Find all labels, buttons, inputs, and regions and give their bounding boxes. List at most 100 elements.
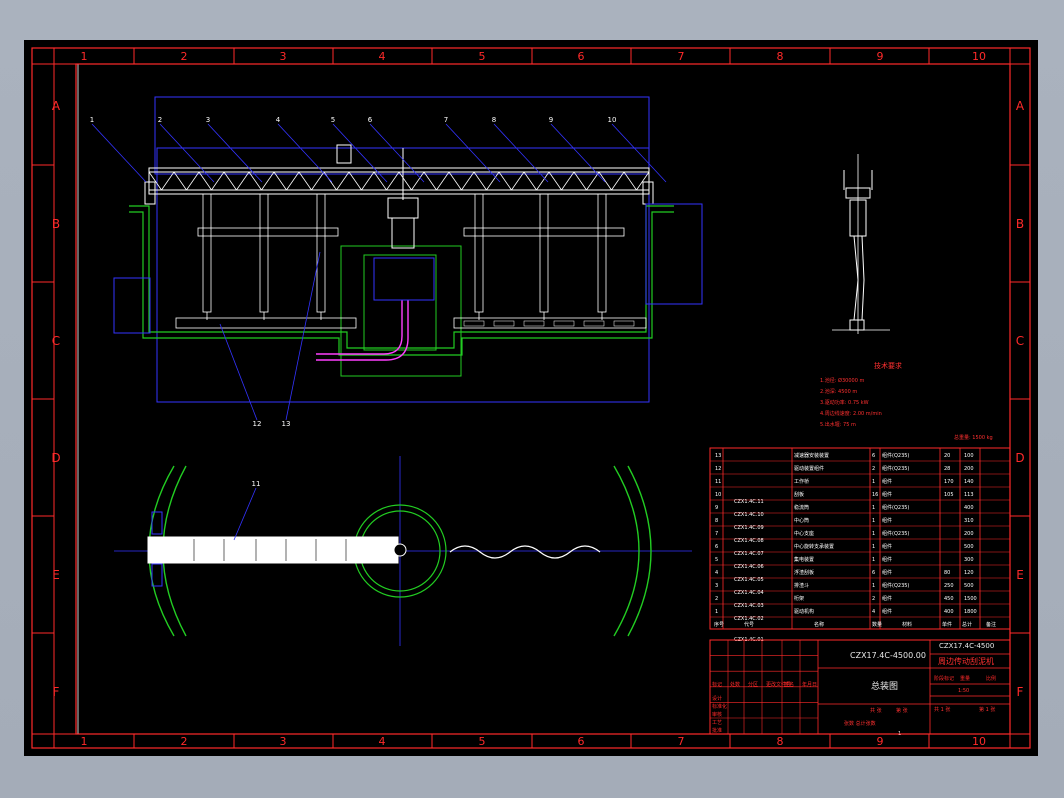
truss-diagonal bbox=[573, 171, 587, 191]
truss-diagonal bbox=[173, 171, 187, 191]
col-label-bottom: 5 bbox=[479, 735, 486, 748]
table-cell-name: 驱动机构 bbox=[794, 608, 814, 615]
table-cell-no: 13 bbox=[715, 453, 721, 459]
table-cell-w2: 1800 bbox=[964, 609, 977, 615]
table-cell-code: CZX1.4C.11 bbox=[734, 499, 764, 505]
truss-diagonal bbox=[448, 171, 462, 191]
row-label-left: A bbox=[52, 99, 61, 113]
table-cell-mat: 组件 bbox=[882, 569, 892, 576]
col-label-bottom: 10 bbox=[972, 735, 986, 748]
truss-diagonal bbox=[273, 171, 287, 191]
callout-label: 1 bbox=[90, 116, 94, 124]
table-cell-w2: 140 bbox=[964, 479, 974, 485]
table-cell-name: 集电装置 bbox=[794, 556, 814, 563]
table-cell-name: 减速器安装装置 bbox=[794, 452, 829, 459]
truss-diagonal bbox=[398, 171, 412, 191]
tech-line-3: 3.驱动功率: 0.75 kW bbox=[820, 399, 869, 406]
table-cell-name: 稳流筒 bbox=[794, 504, 809, 511]
table-cell-no: 6 bbox=[715, 544, 718, 550]
table-cell-qty: 2 bbox=[872, 596, 875, 602]
table-cell-w2: 310 bbox=[964, 518, 974, 524]
table-cell-qty: 6 bbox=[872, 570, 875, 576]
table-cell-name: 刮板 bbox=[794, 491, 804, 498]
col-label-top: 3 bbox=[280, 50, 287, 63]
row-label-right: E bbox=[1016, 568, 1024, 582]
parts-list-table: 13 减速器安装装置 6 组件(Q235) 20 10012 驱动装置组件 2 组件(Q235)… bbox=[709, 447, 1011, 643]
table-cell-code: CZX1.4C.03 bbox=[734, 603, 764, 609]
truss-diagonal bbox=[586, 171, 600, 191]
row-label-left: B bbox=[52, 217, 60, 231]
hanger-post bbox=[259, 193, 269, 313]
col-label-bottom: 3 bbox=[280, 735, 287, 748]
table-cell-w1: 450 bbox=[944, 596, 954, 602]
truss-diagonal bbox=[298, 171, 312, 191]
table-header: 总计 bbox=[962, 621, 972, 628]
table-cell-qty: 1 bbox=[872, 544, 875, 550]
table-cell-name: 中心旋转支承装置 bbox=[794, 543, 834, 550]
table-cell-qty: 6 bbox=[872, 453, 875, 459]
table-cell-w1: 170 bbox=[944, 479, 954, 485]
cad-viewport[interactable]: 1 1 2 2 3 3 4 4 5 5 6 6 7 7 8 8 9 9 10 10 A A B B C C D D E E F F 12345… bbox=[0, 0, 1064, 798]
sheet-title: 总装图 bbox=[871, 680, 898, 692]
table-cell-qty: 2 bbox=[872, 466, 875, 472]
table-cell-no: 12 bbox=[715, 466, 721, 472]
truss-diagonal bbox=[186, 171, 200, 191]
row-label-left: E bbox=[52, 568, 60, 582]
drawing-name: 周边传动刮泥机 bbox=[938, 656, 994, 666]
table-cell-w2: 200 bbox=[964, 466, 974, 472]
center-well bbox=[363, 254, 437, 351]
tech-line-4: 4.周边线速度: 2.00 m/min bbox=[820, 410, 882, 417]
row-label-right: A bbox=[1016, 99, 1025, 113]
callout-label: 9 bbox=[549, 116, 553, 124]
sheet-no-label: 第 张 bbox=[896, 707, 908, 714]
truss-diagonal bbox=[386, 171, 400, 191]
title-stage-label: 重量 bbox=[960, 675, 970, 682]
plan-bridge bbox=[147, 536, 399, 564]
end-carriage-right bbox=[642, 181, 654, 205]
hanger-post bbox=[202, 193, 212, 313]
callout-leader bbox=[159, 123, 215, 183]
callout-label: 4 bbox=[276, 116, 281, 124]
callout-leader bbox=[233, 487, 257, 541]
callout-label: 2 bbox=[158, 116, 162, 124]
scraper-blade bbox=[583, 320, 605, 327]
side-foot bbox=[849, 319, 865, 331]
inlet-pipe bbox=[316, 300, 403, 355]
tech-line-1: 1.池径: Ø30000 m bbox=[820, 377, 864, 384]
callout-label: 5 bbox=[331, 116, 335, 124]
table-cell-name: 驱动装置组件 bbox=[794, 465, 824, 472]
table-header: 代号 bbox=[744, 621, 754, 628]
col-label-bottom: 2 bbox=[181, 735, 188, 748]
table-cell-mat: 组件 bbox=[882, 556, 892, 563]
hanger-post bbox=[597, 193, 607, 313]
right-side-box bbox=[645, 203, 703, 305]
left-side-box bbox=[113, 277, 151, 334]
title-left-header: 签名 bbox=[784, 681, 794, 688]
table-cell-code: CZX1.4C.06 bbox=[734, 564, 764, 570]
table-cell-code: CZX1.4C.08 bbox=[734, 538, 764, 544]
truss-diagonal bbox=[361, 171, 375, 191]
elevation-section-view: 1 2 3 4 5 6 7 8 9 1012 13 bbox=[90, 96, 703, 428]
truss-diagonal bbox=[223, 171, 237, 191]
table-cell-mat: 组件 bbox=[882, 491, 892, 498]
table-cell-w1: 250 bbox=[944, 583, 954, 589]
inlet-pipe-outer bbox=[316, 300, 409, 361]
drawing-canvas[interactable]: 1 1 2 2 3 3 4 4 5 5 6 6 7 7 8 8 9 9 10 10 A A B B C C D D E E F F 12345… bbox=[24, 40, 1038, 756]
scraper-blade bbox=[613, 320, 635, 327]
callout-leader bbox=[91, 123, 147, 183]
scraper-blade bbox=[493, 320, 515, 327]
title-block: CZX17.4C-4500.00 CZX17.4C-4500 周边传动刮泥机 总… bbox=[709, 639, 1011, 737]
table-cell-no: 1 bbox=[715, 609, 718, 615]
technical-notes: 技术要求 1.池径: Ø30000 m 2.池深: 4500 m 3.驱动功率:… bbox=[820, 361, 993, 441]
callout-label: 10 bbox=[608, 116, 617, 124]
table-cell-mat: 组件(Q235) bbox=[882, 530, 909, 537]
scraper-right bbox=[453, 317, 647, 329]
tech-line-5: 5.出水堰: 75 m bbox=[820, 421, 856, 428]
col-label-top: 10 bbox=[972, 50, 986, 63]
table-cell-qty: 16 bbox=[872, 492, 878, 498]
row-label-right: D bbox=[1015, 451, 1024, 465]
title-left-header: 分区 bbox=[748, 681, 758, 688]
table-cell-no: 11 bbox=[715, 479, 721, 485]
row-label-right: F bbox=[1017, 685, 1024, 699]
truss-diagonal bbox=[411, 171, 425, 191]
